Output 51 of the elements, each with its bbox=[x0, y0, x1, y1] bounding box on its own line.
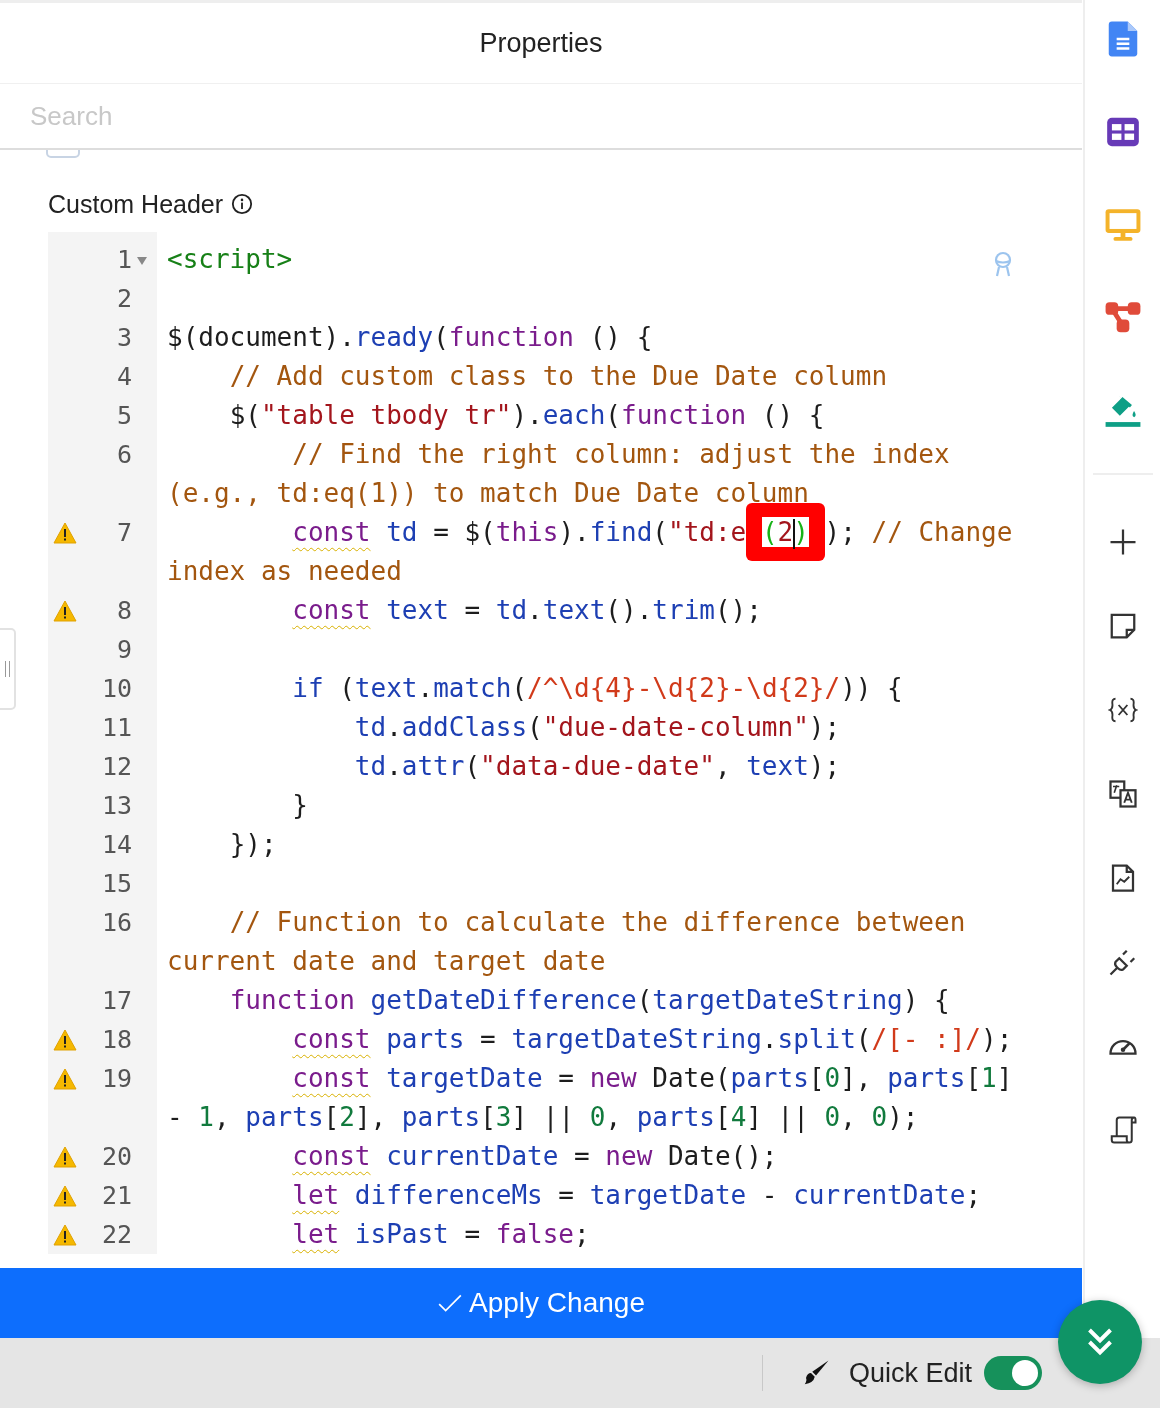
resize-handle[interactable] bbox=[0, 628, 16, 710]
code-line: td.addClass("due-date-column"); bbox=[353, 711, 841, 744]
code-line: <script> bbox=[167, 243, 293, 276]
code-line: $("table tbody tr").each(function () { bbox=[228, 399, 825, 432]
fold-caret-icon[interactable] bbox=[137, 257, 147, 265]
line-number: 7 bbox=[115, 517, 132, 549]
variable-icon[interactable] bbox=[1107, 695, 1138, 725]
code-line: const parts = targetDateString.split(/[- :]/); bbox=[291, 1023, 1013, 1056]
quick-edit-toggle[interactable] bbox=[984, 1356, 1042, 1390]
code-line: if (text.match(/^\d{4}-\d{2}-\d{2}/)) { bbox=[291, 672, 903, 705]
code-line: const text = td.text().trim(); bbox=[291, 594, 762, 627]
line-number: 14 bbox=[100, 829, 132, 861]
line-number: 21 bbox=[100, 1180, 132, 1212]
line-number: 11 bbox=[100, 712, 132, 744]
line-number: 17 bbox=[100, 985, 132, 1017]
line-number: 6 bbox=[115, 439, 132, 471]
panel-title: Properties bbox=[479, 27, 603, 59]
apply-change-button[interactable]: Apply Change bbox=[0, 1268, 1082, 1338]
line-number: 8 bbox=[115, 595, 132, 627]
line-number: 13 bbox=[100, 790, 132, 822]
line-number: 12 bbox=[100, 751, 132, 783]
field-label: Custom Header bbox=[48, 189, 224, 219]
plug-icon[interactable] bbox=[1107, 947, 1138, 977]
code-line: $(document).ready(function () { bbox=[167, 321, 653, 354]
line-number: 20 bbox=[100, 1141, 132, 1173]
line-number: 22 bbox=[100, 1219, 132, 1251]
line-number: 18 bbox=[100, 1024, 132, 1056]
line-number: 19 bbox=[100, 1063, 132, 1095]
highlight-marker: (2) bbox=[746, 503, 825, 561]
code-line: const currentDate = new Date(); bbox=[291, 1140, 778, 1173]
line-number: 2 bbox=[115, 283, 132, 315]
code-line: // Function to calculate the difference between current date and target date bbox=[167, 906, 967, 978]
line-number: 4 bbox=[115, 361, 132, 393]
code-line: } bbox=[291, 789, 308, 822]
info-icon[interactable] bbox=[231, 193, 254, 215]
line-number: 9 bbox=[115, 634, 132, 666]
line-number: 16 bbox=[100, 907, 132, 939]
code-line: let isPast = false; bbox=[291, 1218, 590, 1251]
code-line: let differenceMs = targetDate - currentDate; bbox=[291, 1179, 982, 1212]
line-number: 3 bbox=[115, 322, 132, 354]
code-line: const targetDate = new Date(parts[0], parts[1] - 1, parts[2], parts[3] || 0, parts[4] || 0, 0); bbox=[167, 1062, 1014, 1135]
code-line: // Add custom class to the Due Date column bbox=[228, 360, 888, 393]
translate-icon[interactable] bbox=[1107, 779, 1138, 809]
line-number: 10 bbox=[100, 673, 132, 705]
code-line: }); bbox=[228, 828, 277, 861]
line-number: 1 bbox=[115, 244, 132, 276]
code-line: function getDateDifference(targetDateString) { bbox=[228, 984, 950, 1017]
line-number: 5 bbox=[115, 400, 132, 432]
code-line: td.attr("data-due-date", text); bbox=[353, 750, 841, 783]
line-number: 15 bbox=[100, 868, 132, 900]
quick-edit-label: Quick Edit bbox=[848, 1357, 972, 1389]
